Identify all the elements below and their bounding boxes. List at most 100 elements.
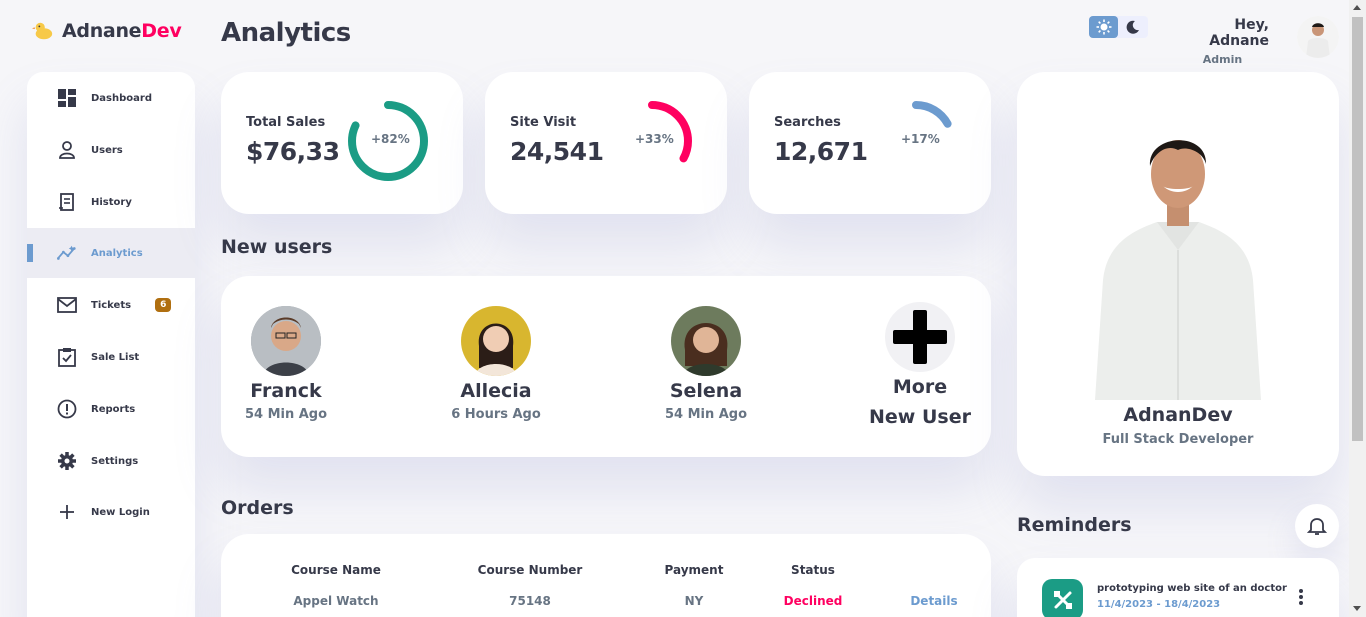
report-icon — [57, 399, 77, 419]
sidebar-item-label: Reports — [91, 403, 136, 415]
page-scrollbar[interactable] — [1349, 0, 1366, 617]
profile-photo — [1095, 140, 1261, 400]
profile-title: Full Stack Developer — [1102, 432, 1254, 447]
sidebar-item-label: Tickets — [91, 299, 132, 311]
user-name: Selena — [669, 380, 743, 402]
theme-toggle[interactable] — [1089, 16, 1148, 38]
insights-icon — [57, 243, 77, 263]
new-users-card: Franck 54 Min Ago Allecia 6 Hours Ago Se… — [221, 276, 991, 457]
sidebar-item-label: Analytics — [91, 247, 143, 259]
tools-icon — [1042, 579, 1083, 617]
page-title: Analytics — [221, 18, 351, 48]
sidebar-item-label: Dashboard — [91, 92, 152, 104]
scrollbar-thumb[interactable] — [1352, 17, 1363, 441]
stat-label: Site Visit — [510, 115, 577, 130]
stat-card-site-visit: Site Visit 24,541 +33% — [485, 72, 727, 214]
column-header: Course Number — [477, 563, 583, 577]
bell-icon — [1307, 518, 1327, 535]
course-name-cell: Appel Watch — [293, 594, 379, 608]
scroll-down-arrow-icon[interactable] — [1353, 606, 1361, 611]
gear-icon — [57, 451, 77, 471]
avatar — [461, 306, 531, 376]
stat-label: Total Sales — [246, 115, 326, 130]
sidebar-item-dashboard[interactable]: Dashboard — [27, 74, 195, 122]
sidebar-item-reports[interactable]: Reports — [27, 385, 195, 433]
sidebar-item-label: Users — [91, 144, 123, 156]
notifications-button[interactable] — [1295, 504, 1339, 548]
column-header: Course Name — [291, 563, 381, 577]
reminder-date: 11/4/2023 - 18/4/2023 — [1097, 599, 1221, 610]
dashboard-icon — [57, 88, 77, 108]
brand-logo[interactable]: AdnaneDev — [32, 20, 182, 42]
user-item[interactable]: Franck 54 Min Ago — [211, 306, 361, 422]
profile-name: AdnanDev — [1123, 404, 1233, 426]
plus-icon — [885, 302, 955, 372]
user-name: Allecia — [460, 380, 532, 402]
column-header: Status — [791, 563, 835, 577]
user-role: Admin — [1202, 53, 1243, 66]
stat-value: $76,33 — [246, 137, 340, 166]
sidebar-item-analytics[interactable]: Analytics — [27, 228, 195, 278]
plus-icon — [57, 502, 77, 522]
light-mode-icon[interactable] — [1089, 16, 1118, 38]
orders-title: Orders — [221, 497, 294, 519]
progress-percent: +33% — [635, 132, 674, 146]
sidebar: Dashboard Users History Analytics Ticket… — [27, 72, 195, 617]
reminders-title: Reminders — [1017, 514, 1132, 536]
stat-value: 24,541 — [510, 137, 604, 166]
sidebar-item-users[interactable]: Users — [27, 126, 195, 174]
course-number-cell: 75148 — [509, 594, 551, 608]
sidebar-item-history[interactable]: History — [27, 178, 195, 226]
table-row: Appel Watch 75148 NY Declined Details — [276, 582, 966, 617]
sidebar-item-label: Settings — [91, 455, 139, 467]
progress-percent: +82% — [371, 132, 410, 146]
sidebar-item-label: Sale List — [91, 351, 140, 363]
sidebar-item-label: New Login — [91, 506, 150, 518]
tickets-count-badge: 6 — [155, 298, 172, 312]
user-time: 54 Min Ago — [664, 407, 748, 422]
avatar — [251, 306, 321, 376]
receipt-icon — [57, 192, 77, 212]
stat-value: 12,671 — [774, 137, 868, 166]
user-name: Franck — [250, 380, 322, 402]
sidebar-item-sale-list[interactable]: Sale List — [27, 333, 195, 381]
sidebar-item-label: History — [91, 196, 132, 208]
greeting-text: Hey, Adnane — [1209, 17, 1269, 49]
payment-cell: NY — [684, 594, 704, 608]
user-time: 54 Min Ago — [244, 407, 328, 422]
column-header: Payment — [664, 563, 724, 577]
user-item[interactable]: Selena 54 Min Ago — [631, 306, 781, 422]
more-vertical-icon[interactable] — [1297, 588, 1305, 610]
profile-avatar[interactable] — [1297, 16, 1339, 58]
mail-icon — [57, 295, 77, 315]
reminder-item[interactable]: prototyping web site of an doctor 11/4/2… — [1017, 558, 1339, 617]
sidebar-item-settings[interactable]: Settings — [27, 437, 195, 485]
dark-mode-icon[interactable] — [1118, 16, 1147, 38]
sidebar-item-new-login[interactable]: New Login — [27, 488, 195, 536]
duck-logo-icon — [32, 22, 53, 40]
stat-card-total-sales: Total Sales $76,33 +82% — [221, 72, 463, 214]
profile-card: AdnanDev Full Stack Developer — [1017, 72, 1339, 476]
user-icon — [57, 140, 77, 160]
user-time: 6 Hours Ago — [451, 407, 541, 422]
reminder-text: prototyping web site of an doctor — [1097, 583, 1287, 594]
column-header — [902, 558, 966, 582]
orders-card: Course Name Course Number Payment Status… — [221, 534, 991, 617]
table-header-row: Course Name Course Number Payment Status — [276, 558, 966, 582]
orders-table: Course Name Course Number Payment Status… — [276, 558, 966, 617]
more-new-users-button[interactable]: More New User — [845, 302, 995, 432]
user-greeting: Hey, Adnane Admin — [1176, 17, 1269, 66]
more-label-line2: New User — [869, 406, 971, 428]
more-label-line1: More — [892, 376, 948, 398]
status-cell: Declined — [783, 594, 843, 608]
avatar — [671, 306, 741, 376]
clipboard-check-icon — [57, 347, 77, 367]
user-item[interactable]: Allecia 6 Hours Ago — [421, 306, 571, 422]
new-users-title: New users — [221, 236, 333, 258]
details-link[interactable]: Details — [902, 582, 966, 617]
stat-card-searches: Searches 12,671 +17% — [749, 72, 991, 214]
sidebar-item-tickets[interactable]: Tickets 6 — [27, 281, 195, 329]
brand-name: AdnaneDev — [62, 20, 182, 42]
scroll-up-arrow-icon[interactable] — [1353, 5, 1361, 10]
stat-label: Searches — [774, 115, 841, 130]
